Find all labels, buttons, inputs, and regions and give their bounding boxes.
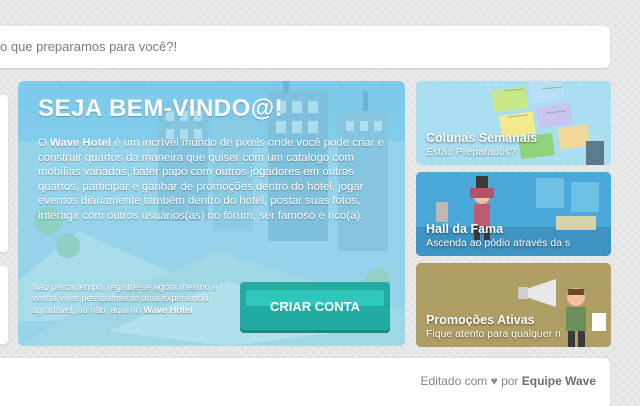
card-subtitle: Ascenda ao pódio através da s	[426, 237, 571, 249]
welcome-hero: SEJA BEM-VINDO@! O Wave Hotel é um incrí…	[18, 81, 405, 346]
footer-author: Equipe Wave	[521, 374, 596, 388]
card-subtitle: Estão Preparados?	[426, 146, 516, 158]
weekly-columns-card[interactable]: Colunas Semanais Estão Preparados?	[416, 81, 611, 165]
card-title: Hall da Fama	[426, 222, 504, 236]
hall-of-fame-card[interactable]: Hall da Fama Ascenda ao pódio através da…	[416, 172, 611, 256]
hero-invitation: Não perca tempo, registre-se agora mesmo…	[32, 282, 218, 315]
hero-description: O Wave Hotel é um incrível mundo de pixe…	[38, 137, 384, 222]
footer-credit: Editado com ♥ por Equipe Wave	[420, 374, 596, 388]
hero-title: SEJA BEM-VINDO@!	[38, 95, 284, 122]
left-column-card-top	[0, 95, 8, 252]
announcement-bar: o que preparamos para você?!	[0, 26, 610, 68]
left-column-card-bottom	[0, 266, 8, 344]
active-promotions-card[interactable]: Promoções Ativas Fique atento para qualq…	[416, 263, 611, 347]
create-account-label: CRIAR CONTA	[269, 299, 361, 314]
create-account-button[interactable]: CRIAR CONTA	[240, 282, 390, 330]
card-subtitle: Fique atento para qualquer n	[426, 328, 561, 340]
heart-icon: ♥	[490, 374, 498, 388]
card-title: Promoções Ativas	[426, 313, 535, 327]
announcement-text: o que preparamos para você?!	[0, 39, 178, 54]
brand-name: Wave Hotel	[143, 304, 193, 315]
brand-name: Wave Hotel	[50, 137, 112, 149]
footer: Editado com ♥ por Equipe Wave	[0, 358, 610, 406]
card-title: Colunas Semanais	[426, 131, 538, 145]
